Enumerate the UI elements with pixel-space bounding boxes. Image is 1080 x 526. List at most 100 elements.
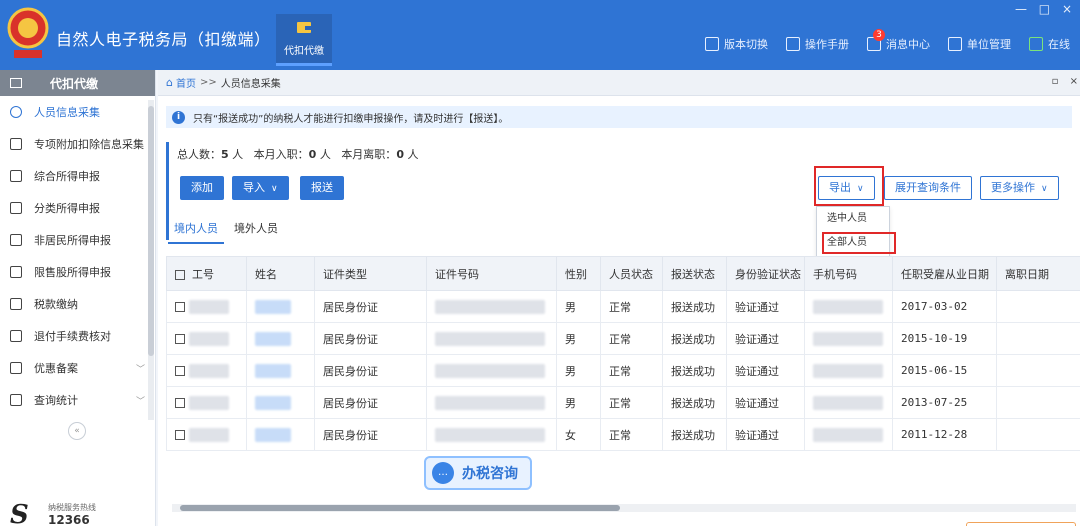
table-row[interactable]: 居民身份证 男 正常 报送成功 验证通过 2017-03-02 <box>166 290 1080 323</box>
col-header-submit-status[interactable]: 报送状态 <box>662 256 727 291</box>
col-header-id[interactable]: 工号 <box>166 256 247 291</box>
sidebar-item-restricted-stock[interactable]: 限售股所得申报 <box>0 256 155 288</box>
redacted-id <box>188 427 229 442</box>
company-manage-button[interactable]: 单位管理 <box>948 36 1011 52</box>
version-icon <box>705 37 719 51</box>
breadcrumb-home-link[interactable]: 首页 <box>176 75 196 90</box>
status-cell: 正常 <box>600 386 663 419</box>
notice-text: 只有“报送成功”的纳税人才能进行扣缴申报操作，请及时进行【报送】。 <box>193 113 509 125</box>
window-controls: — □ × <box>1007 2 1072 16</box>
tab-withholding[interactable]: 代扣代缴 <box>276 14 332 66</box>
close-page-button[interactable]: × <box>1070 76 1078 87</box>
sidebar-item-query-stats[interactable]: 查询统计 ﹀ <box>0 384 155 416</box>
export-selected-option[interactable]: 选中人员 <box>817 207 889 231</box>
orange-panel-edge <box>966 522 1076 526</box>
row-checkbox[interactable] <box>175 429 185 440</box>
col-header-gender[interactable]: 性别 <box>556 256 601 291</box>
app-title: 自然人电子税务局（扣缴端） <box>56 30 271 49</box>
hire-date-cell: 2011-12-28 <box>892 418 997 451</box>
sidebar-item-refund-fee[interactable]: 退付手续费核对 <box>0 320 155 352</box>
sidebar-item-preferential-filing[interactable]: 优惠备案 ﹀ <box>0 352 155 384</box>
manual-button[interactable]: 操作手册 <box>786 36 849 52</box>
chevron-down-icon: ﹀ <box>135 364 145 375</box>
col-header-verify-status[interactable]: 身份验证状态 <box>726 256 805 291</box>
redacted-name[interactable] <box>255 427 291 442</box>
scrollbar-thumb[interactable] <box>148 106 154 356</box>
table-row[interactable]: 居民身份证 男 正常 报送成功 验证通过 2015-06-15 <box>166 354 1080 387</box>
more-actions-label: 更多操作 <box>991 181 1035 194</box>
close-button[interactable]: × <box>1062 2 1072 16</box>
message-center-button[interactable]: 3 消息中心 <box>867 29 930 52</box>
row-checkbox[interactable] <box>175 397 185 408</box>
export-highlight-box <box>814 166 884 206</box>
redacted-name[interactable] <box>255 363 291 378</box>
col-header-status[interactable]: 人员状态 <box>600 256 663 291</box>
tab-domestic[interactable]: 境内人员 <box>168 218 224 244</box>
expand-query-button[interactable]: 展开查询条件 <box>884 176 972 200</box>
row-checkbox[interactable] <box>175 365 185 376</box>
sidebar-item-special-deduction[interactable]: 专项附加扣除信息采集 <box>0 128 155 160</box>
submit-status-cell: 报送成功 <box>662 354 727 387</box>
message-count-badge: 3 <box>873 29 885 41</box>
sidebar-collapse-button[interactable]: « <box>68 422 86 440</box>
submit-button[interactable]: 报送 <box>300 176 344 200</box>
tab-overseas[interactable]: 境外人员 <box>228 218 284 244</box>
col-header-hire-date[interactable]: 任职受雇从业日期 <box>892 256 997 291</box>
redacted-name[interactable] <box>255 395 291 410</box>
id-type-cell: 居民身份证 <box>314 354 427 387</box>
verify-status-cell: 验证通过 <box>726 322 805 355</box>
redacted-phone <box>813 331 883 346</box>
chevron-down-icon: ∨ <box>271 184 278 194</box>
sidebar-item-label: 限售股所得申报 <box>34 266 111 279</box>
chat-icon: … <box>432 462 454 484</box>
restore-page-button[interactable]: ▫ <box>1052 76 1059 87</box>
col-header-id-number[interactable]: 证件号码 <box>426 256 557 291</box>
layers-icon <box>10 170 22 182</box>
redacted-id-number <box>435 395 545 410</box>
leave-date-cell <box>996 322 1080 355</box>
message-center-label: 消息中心 <box>886 38 930 51</box>
submit-status-cell: 报送成功 <box>662 322 727 355</box>
sidebar-item-person-info[interactable]: 人员信息采集 <box>0 96 155 128</box>
left-unit: 人 <box>407 148 419 161</box>
col-header-leave-date[interactable]: 离职日期 <box>996 256 1080 291</box>
table-row[interactable]: 居民身份证 男 正常 报送成功 验证通过 2013-07-25 <box>166 386 1080 419</box>
add-button[interactable]: 添加 <box>180 176 224 200</box>
sidebar-scrollbar[interactable] <box>148 100 154 420</box>
col-header-phone[interactable]: 手机号码 <box>804 256 893 291</box>
select-all-checkbox[interactable] <box>175 269 185 280</box>
table-header-row: 工号 姓名 证件类型 证件号码 性别 人员状态 报送状态 身份验证状态 手机号码… <box>166 256 1080 291</box>
redacted-name[interactable] <box>255 331 291 346</box>
total-label: 总人数： <box>177 148 221 161</box>
redacted-name[interactable] <box>255 299 291 314</box>
online-status[interactable]: 在线 <box>1029 36 1070 52</box>
row-checkbox[interactable] <box>175 301 185 312</box>
maximize-button[interactable]: □ <box>1039 2 1050 16</box>
sidebar-item-comprehensive-income[interactable]: 综合所得申报 <box>0 160 155 192</box>
scrollbar-thumb[interactable] <box>180 505 620 511</box>
import-dropdown-button[interactable]: 导入 ∨ <box>232 176 289 200</box>
sidebar-item-nonresident-income[interactable]: 非居民所得申报 <box>0 224 155 256</box>
redacted-id-number <box>435 427 545 442</box>
version-switch-label: 版本切换 <box>724 38 768 51</box>
horizontal-scrollbar[interactable] <box>172 504 1076 512</box>
sidebar-item-label: 退付手续费核对 <box>34 330 111 343</box>
table-row[interactable]: 居民身份证 女 正常 报送成功 验证通过 2011-12-28 <box>166 418 1080 451</box>
joined-value: 0 <box>308 148 317 161</box>
sidebar-item-tax-payment[interactable]: 税款缴纳 <box>0 288 155 320</box>
hire-date-cell: 2015-06-15 <box>892 354 997 387</box>
minimize-button[interactable]: — <box>1015 2 1027 16</box>
row-checkbox[interactable] <box>175 333 185 344</box>
more-actions-button[interactable]: 更多操作 ∨ <box>980 176 1059 200</box>
sidebar-item-classified-income[interactable]: 分类所得申报 <box>0 192 155 224</box>
version-switch-button[interactable]: 版本切换 <box>705 36 768 52</box>
redacted-id <box>188 363 229 378</box>
col-header-name[interactable]: 姓名 <box>246 256 315 291</box>
table-row[interactable]: 居民身份证 男 正常 报送成功 验证通过 2015-10-19 <box>166 322 1080 355</box>
left-value: 0 <box>396 148 404 161</box>
tax-consult-button[interactable]: … 办税咨询 <box>424 456 532 490</box>
hotline-number: 12366 <box>48 513 90 526</box>
person-icon <box>10 106 22 118</box>
list-icon <box>10 138 22 150</box>
col-header-id-type[interactable]: 证件类型 <box>314 256 427 291</box>
